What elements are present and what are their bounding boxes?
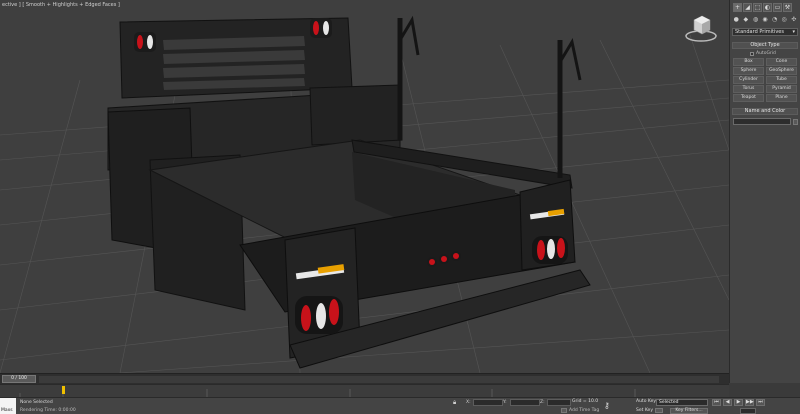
- viewport-label-text[interactable]: ective ] [ Smooth + Highlights + Edged F…: [2, 2, 120, 8]
- motion-tab[interactable]: ◐: [763, 3, 772, 12]
- time-slider-track[interactable]: [39, 376, 719, 383]
- flatbed-model[interactable]: [107, 15, 591, 369]
- cylinder-button[interactable]: Cylinder: [733, 76, 764, 84]
- geometry-icon[interactable]: ●: [733, 16, 740, 23]
- x-label: X:: [466, 400, 471, 405]
- autogrid-label: AutoGrid: [756, 51, 776, 56]
- plane-button[interactable]: Plane: [766, 94, 797, 102]
- geosphere-button[interactable]: GeoSphere: [766, 67, 797, 75]
- primitive-category-dropdown[interactable]: Standard Primitives ▾: [732, 28, 798, 36]
- status-bar: Maxs None Selected Rendering Time: 0:00:…: [0, 397, 800, 414]
- viewport-label[interactable]: ective ] [ Smooth + Highlights + Edged F…: [2, 2, 120, 8]
- lights-icon[interactable]: ◍: [752, 16, 759, 23]
- selection-lock-icon[interactable]: 🔒︎: [453, 399, 461, 406]
- pyramid-button[interactable]: Pyramid: [766, 85, 797, 93]
- current-frame-marker[interactable]: [62, 386, 65, 394]
- go-to-end-icon[interactable]: ⏭: [756, 399, 765, 406]
- display-tab[interactable]: ▭: [773, 3, 782, 12]
- object-color-swatch[interactable]: [793, 118, 798, 125]
- command-panel: + ◢ ⬚ ◐ ▭ ⚒ ● ◆ ◍ ◉ ◔ ◎ ✣ Standard Primi…: [729, 0, 800, 383]
- time-slider[interactable]: 0 / 100: [0, 373, 729, 384]
- systems-icon[interactable]: ✣: [790, 16, 797, 23]
- z-coordinate[interactable]: Z:: [540, 399, 571, 406]
- key-filters-button[interactable]: Key Filters...: [670, 408, 708, 414]
- create-tab[interactable]: +: [733, 3, 742, 12]
- time-slider-thumb[interactable]: 0 / 100: [2, 375, 36, 383]
- name-and-color-title: Name and Color: [744, 108, 786, 114]
- perspective-viewport[interactable]: ective ] [ Smooth + Highlights + Edged F…: [0, 0, 729, 373]
- utilities-tab[interactable]: ⚒: [783, 3, 792, 12]
- cameras-icon[interactable]: ◉: [762, 16, 769, 23]
- auto-key-button[interactable]: Auto Key: [636, 399, 656, 404]
- y-label: Y:: [503, 400, 507, 405]
- torus-button[interactable]: Torus: [733, 85, 764, 93]
- time-tag-icon: [561, 408, 567, 413]
- key-selection-dropdown[interactable]: Selected: [656, 399, 708, 406]
- add-time-tag[interactable]: Add Time Tag: [561, 408, 599, 413]
- maxscript-listener[interactable]: Maxs: [0, 398, 16, 414]
- space-warps-icon[interactable]: ◎: [781, 16, 788, 23]
- object-name-input[interactable]: [733, 118, 791, 125]
- selection-status: None Selected: [20, 400, 53, 405]
- cone-button[interactable]: Cone: [766, 58, 797, 66]
- sphere-button[interactable]: Sphere: [733, 67, 764, 75]
- set-key-icon: [654, 408, 663, 413]
- autogrid-checkbox[interactable]: [750, 51, 754, 56]
- play-icon[interactable]: ▶: [734, 399, 743, 406]
- grid-size: Grid = 10.0: [572, 399, 599, 404]
- playback-controls: ⏮ ◀ ▶ ▶▶ ⏭: [712, 399, 765, 406]
- teapot-button[interactable]: Teapot: [733, 94, 764, 102]
- shapes-icon[interactable]: ◆: [743, 16, 750, 23]
- track-bar[interactable]: [0, 384, 729, 398]
- y-field[interactable]: [510, 399, 540, 406]
- add-time-tag-label: Add Time Tag: [569, 408, 600, 413]
- next-frame-icon[interactable]: ▶▶: [745, 399, 754, 406]
- y-coordinate[interactable]: Y:: [503, 399, 540, 406]
- helpers-icon[interactable]: ◔: [771, 16, 778, 23]
- create-subcategory-row: ● ◆ ◍ ◉ ◔ ◎ ✣: [730, 12, 800, 26]
- set-key-label: Set Key: [636, 408, 653, 413]
- tube-button[interactable]: Tube: [766, 76, 797, 84]
- object-type-rollout[interactable]: Object Type: [732, 42, 798, 49]
- scene-render: [0, 15, 729, 373]
- go-to-start-icon[interactable]: ⏮: [712, 399, 721, 406]
- chevron-down-icon: ▾: [792, 29, 795, 35]
- x-coordinate[interactable]: X:: [466, 399, 503, 406]
- viewcube-icon[interactable]: [684, 10, 718, 44]
- name-and-color-row: [733, 118, 798, 125]
- x-field[interactable]: [473, 399, 503, 406]
- command-panel-tabs: + ◢ ⬚ ◐ ▭ ⚒: [730, 0, 800, 12]
- z-field[interactable]: [547, 399, 571, 406]
- key-icon[interactable]: ⚷: [604, 401, 610, 410]
- previous-frame-icon[interactable]: ◀: [723, 399, 732, 406]
- modify-tab[interactable]: ◢: [743, 3, 752, 12]
- object-type-buttons: Box Cone Sphere GeoSphere Cylinder Tube …: [733, 58, 797, 102]
- primitive-category-value: Standard Primitives: [735, 29, 784, 35]
- object-type-title: Object Type: [750, 42, 780, 48]
- prompt-line: Rendering Time: 0:00:00: [20, 408, 76, 413]
- current-frame-field[interactable]: [740, 408, 756, 414]
- autogrid-option[interactable]: AutoGrid: [750, 51, 800, 56]
- set-key-button[interactable]: Set Key: [636, 408, 663, 413]
- name-and-color-rollout[interactable]: Name and Color: [732, 108, 798, 115]
- hierarchy-tab[interactable]: ⬚: [753, 3, 762, 12]
- box-button[interactable]: Box: [733, 58, 764, 66]
- z-label: Z:: [540, 400, 545, 405]
